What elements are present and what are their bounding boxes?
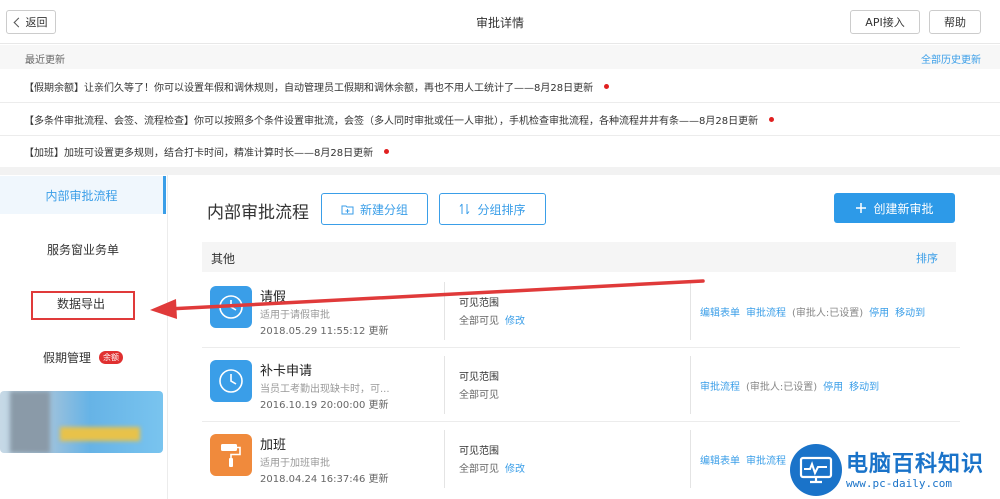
new-group-button[interactable]: 新建分组	[321, 193, 428, 225]
update-text: 【多条件审批流程、会签、流程检查】你可以按照多个条件设置审批流，会签（多人同时审…	[24, 115, 759, 127]
annotation-highlight-box	[31, 291, 135, 320]
sidebar-item-label: 服务窗业务单	[46, 242, 119, 257]
new-dot-icon	[384, 148, 390, 154]
sidebar-item-service-window[interactable]: 服务窗业务单	[0, 230, 166, 268]
approval-name[interactable]: 请假	[260, 286, 286, 305]
sidebar-item-label: 内部审批流程	[45, 188, 118, 203]
divider	[444, 356, 445, 414]
disable-link[interactable]: 停用	[823, 382, 843, 393]
create-approval-button[interactable]: 创建新审批	[834, 193, 955, 223]
group-name: 其他	[211, 252, 236, 266]
section-divider	[0, 167, 1000, 175]
divider	[690, 282, 691, 340]
scope-value: 全部可见	[459, 386, 499, 401]
create-approval-label: 创建新审批	[873, 201, 934, 216]
divider	[444, 282, 445, 340]
update-text: 【加班】加班可设置更多规则，结合打卡时间，精准计算时长——8月28日更新	[24, 147, 374, 159]
approval-time: 2016.10.19 20:00:00 更新	[260, 400, 389, 411]
sort-link[interactable]: 排序	[916, 250, 938, 266]
new-dot-icon	[604, 83, 610, 89]
divider	[444, 430, 445, 488]
disable-link[interactable]: 停用	[869, 308, 889, 319]
scope-value: 全部可见 修改	[459, 460, 525, 475]
paint-roller-icon	[210, 434, 252, 476]
scope-label: 可见范围	[459, 372, 499, 383]
update-item: 【多条件审批流程、会签、流程检查】你可以按照多个条件设置审批流，会签（多人同时审…	[0, 103, 1000, 136]
scope-text: 全部可见	[459, 316, 499, 327]
new-group-label: 新建分组	[359, 202, 408, 217]
blurred-strip	[60, 427, 140, 441]
scope-edit-link[interactable]: 修改	[505, 464, 525, 475]
folder-plus-icon	[341, 205, 354, 214]
approver-status: (审批人:已设置)	[792, 308, 864, 319]
approval-time: 2018.05.29 11:55:12 更新	[260, 326, 389, 337]
api-button[interactable]: API接入	[850, 10, 920, 34]
move-to-link[interactable]: 移动到	[849, 382, 879, 393]
approval-card: 请假 适用于请假审批 2018.05.29 11:55:12 更新 可见范围 全…	[202, 274, 960, 348]
clock-icon	[210, 286, 252, 328]
approval-desc: 适用于请假审批	[260, 310, 330, 321]
updates-header: 最近更新 全部历史更新	[0, 45, 1000, 69]
update-item: 【加班】加班可设置更多规则，结合打卡时间，精准计算时长——8月28日更新	[0, 135, 1000, 168]
sidebar-item-leave-management[interactable]: 假期管理 余额	[0, 338, 166, 376]
approval-flow-link[interactable]: 审批流程	[746, 308, 786, 319]
group-header: 其他 排序	[202, 242, 956, 272]
approval-time: 2018.04.24 16:37:46 更新	[260, 474, 389, 485]
approver-status: (审批人:已设置)	[746, 382, 818, 393]
top-bar: 返回 审批详情 API接入 帮助	[0, 0, 1000, 44]
approval-flow-link[interactable]: 审批流程	[746, 456, 786, 467]
approval-name[interactable]: 加班	[260, 434, 286, 453]
new-dot-icon	[769, 116, 775, 122]
action-links: 编辑表单 审批流程 (审批人:已设置) 停用 移动到	[700, 304, 931, 319]
plus-icon	[856, 203, 867, 213]
action-links: 编辑表单 审批流程	[700, 452, 792, 467]
edit-form-link[interactable]: 编辑表单	[700, 308, 740, 319]
watermark-logo: 电脑百科知识 www.pc-daily.com	[790, 442, 1000, 499]
move-to-link[interactable]: 移动到	[895, 308, 925, 319]
section-title: 内部审批流程	[207, 203, 309, 223]
action-links: 审批流程 (审批人:已设置) 停用 移动到	[700, 378, 885, 393]
scope-value: 全部可见 修改	[459, 312, 525, 327]
help-button[interactable]: 帮助	[929, 10, 981, 34]
scope-label: 可见范围	[459, 298, 499, 309]
update-text: 【假期余额】让亲们久等了！你可以设置年假和调休规则，自动管理员工假期和调休余额，…	[24, 82, 594, 94]
scope-text: 全部可见	[459, 464, 499, 475]
approval-card: 补卡申请 当员工考勤出现缺卡时，可... 2016.10.19 20:00:00…	[202, 348, 960, 422]
scope-label: 可见范围	[459, 446, 499, 457]
clock-icon	[210, 360, 252, 402]
approval-name[interactable]: 补卡申请	[260, 360, 312, 379]
update-item: 【假期余额】让亲们久等了！你可以设置年假和调休规则，自动管理员工假期和调休余额，…	[0, 70, 1000, 103]
edit-form-link[interactable]: 编辑表单	[700, 456, 740, 467]
approval-desc: 适用于加班审批	[260, 458, 330, 469]
sort-icon	[460, 203, 470, 215]
group-sort-label: 分组排序	[477, 202, 526, 217]
monitor-icon	[790, 444, 842, 496]
scope-edit-link[interactable]: 修改	[505, 316, 525, 327]
watermark-url: www.pc-daily.com	[846, 477, 952, 490]
approval-desc: 当员工考勤出现缺卡时，可...	[260, 384, 390, 395]
approval-flow-link[interactable]: 审批流程	[700, 382, 740, 393]
divider	[690, 430, 691, 488]
updates-label: 最近更新	[25, 55, 65, 66]
group-sort-button[interactable]: 分组排序	[439, 193, 546, 225]
scope-text: 全部可见	[459, 390, 499, 401]
balance-badge: 余额	[99, 350, 123, 364]
blurred-avatar	[0, 391, 163, 453]
all-history-link[interactable]: 全部历史更新	[921, 51, 981, 66]
watermark-title: 电脑百科知识	[846, 452, 985, 477]
divider	[690, 356, 691, 414]
blurred-figure	[10, 391, 50, 453]
sidebar-item-internal-approval[interactable]: 内部审批流程	[0, 176, 166, 214]
sidebar-item-label: 假期管理	[42, 350, 91, 365]
